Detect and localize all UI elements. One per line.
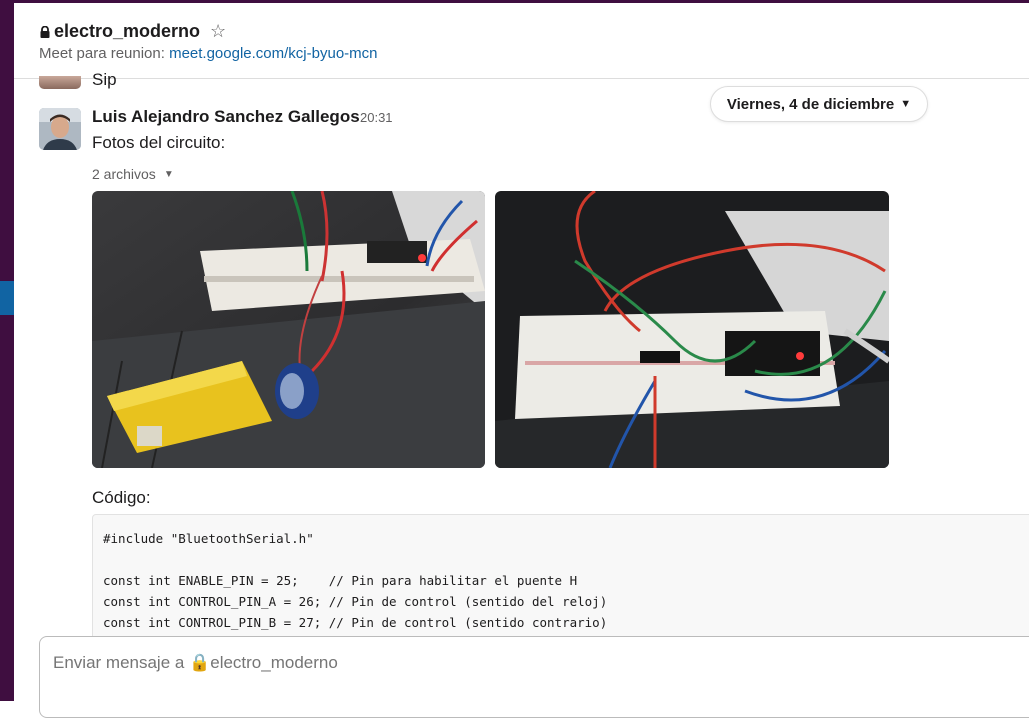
channel-header: electro_moderno ☆ Meet para reunion: mee… [14,3,1029,79]
date-label: Viernes, 4 de diciembre [726,95,895,113]
sidebar-active-item[interactable] [0,281,14,315]
avatar[interactable] [39,108,81,150]
caret-down-icon: ▼ [163,168,174,180]
circuit-photo-2 [495,191,889,468]
photo-attachment-1[interactable] [92,191,485,468]
message-input[interactable] [53,653,953,673]
message-composer[interactable] [39,636,1029,718]
message-text: Fotos del circuito: [92,133,226,152]
message-sender[interactable]: Luis Alejandro Sanchez Gallegos [92,107,360,127]
date-divider-button[interactable]: Viernes, 4 de diciembre ▼ [710,86,928,122]
avatar[interactable] [39,76,81,89]
code-block[interactable]: #include "BluetoothSerial.h" const int E… [92,514,1029,641]
channel-name: electro_moderno [54,21,201,41]
topic-prefix: Meet para reunion: [39,45,170,62]
topic-link[interactable]: meet.google.com/kcj-byuo-mcn [169,45,377,62]
code-content: #include "BluetoothSerial.h" const int E… [93,515,1029,640]
previous-message-text: Sip [92,70,117,89]
code-line: const int CONTROL_PIN_A = 26; // Pin de … [103,594,608,609]
code-line: #include "BluetoothSerial.h" [103,531,314,546]
chevron-down-icon: ▼ [900,98,912,110]
avatar-image [39,108,81,150]
code-label: Código: [92,488,151,507]
files-count-label: 2 archivos [92,166,156,182]
circuit-photo-1 [92,191,485,468]
star-icon[interactable]: ☆ [210,21,226,42]
message-timestamp[interactable]: 20:31 [360,110,393,125]
channel-title[interactable]: electro_moderno ☆ [40,21,226,42]
photo-attachment-2[interactable] [495,191,889,468]
lock-icon [40,25,50,38]
files-toggle[interactable]: 2 archivos ▼ [92,166,174,182]
workspace-sidebar[interactable] [0,0,14,701]
code-line: const int ENABLE_PIN = 25; // Pin para h… [103,573,578,588]
code-line: const int CONTROL_PIN_B = 27; // Pin de … [103,615,608,630]
channel-topic: Meet para reunion: meet.google.com/kcj-b… [39,45,378,62]
